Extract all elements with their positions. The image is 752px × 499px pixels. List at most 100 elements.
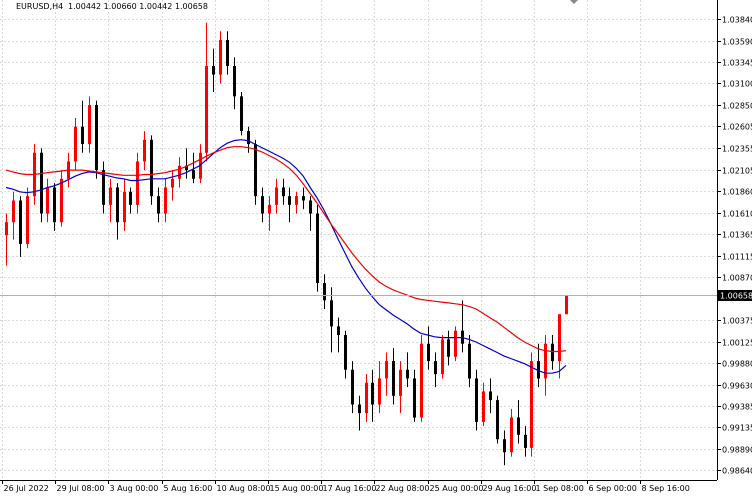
candle-body xyxy=(150,139,153,197)
candle-body xyxy=(565,295,568,315)
x-tick-label: 6 Sep 00:00 xyxy=(589,484,637,493)
candle-body xyxy=(247,131,250,145)
chart-canvas[interactable]: 1.03840 1.03590 1.03345 1.03100 1.02850 1.026… xyxy=(0,0,752,495)
candle-body xyxy=(19,200,22,244)
candle-body xyxy=(323,282,326,301)
svg-text:1.00658: 1.00658 xyxy=(720,292,752,301)
candle-body xyxy=(441,339,444,375)
candle-body xyxy=(123,191,126,223)
candle-body xyxy=(88,105,91,145)
x-tick-label: 26 Jul 2022 xyxy=(4,484,49,493)
candle-body xyxy=(157,196,160,214)
x-tick-label: 17 Aug 16:00 xyxy=(323,484,377,493)
candle-body xyxy=(129,191,132,205)
x-tick-label: 15 Aug 00:00 xyxy=(270,484,324,493)
candle-body xyxy=(288,196,291,205)
candle-body xyxy=(12,200,15,223)
y-tick-label: 1.01610 xyxy=(722,210,752,219)
symbol-label: EURUSD,H4 xyxy=(16,2,63,11)
candle-body xyxy=(275,187,278,205)
candle-body xyxy=(233,65,236,97)
candle-body xyxy=(434,361,437,375)
candle-body xyxy=(295,196,298,205)
y-tick-label: 1.01365 xyxy=(722,231,752,240)
candle-body xyxy=(551,343,554,362)
candle-body xyxy=(26,196,29,244)
candle-body xyxy=(365,382,368,414)
candle-body xyxy=(40,152,43,214)
candle-body xyxy=(482,391,485,422)
y-tick-label: 0.98640 xyxy=(722,467,752,476)
candle-body xyxy=(454,330,457,357)
candle-body xyxy=(171,178,174,188)
candle-body xyxy=(192,170,195,179)
y-tick-label: 0.99630 xyxy=(722,382,752,391)
candle-body xyxy=(116,187,119,223)
x-tick-label: 8 Sep 16:00 xyxy=(642,484,690,493)
candle-body xyxy=(254,144,257,197)
candle-body xyxy=(337,326,340,336)
y-tick-label: 1.00870 xyxy=(722,274,752,283)
candle-body xyxy=(81,126,84,145)
x-tick-label: 10 Aug 08:00 xyxy=(217,484,271,493)
candle-body xyxy=(517,417,520,435)
candle-body xyxy=(5,222,8,236)
x-tick-label: 29 Aug 16:00 xyxy=(483,484,537,493)
x-tick-label: 22 Aug 08:00 xyxy=(376,484,430,493)
chart-background xyxy=(0,0,752,495)
x-tick-label: 29 Jul 08:00 xyxy=(57,484,105,493)
candle-body xyxy=(378,378,381,405)
y-tick-label: 1.00125 xyxy=(722,339,752,348)
candle-body xyxy=(46,187,49,214)
candle-body xyxy=(399,369,402,396)
candle-body xyxy=(558,314,561,362)
candle-body xyxy=(510,417,513,453)
y-tick-label: 1.03840 xyxy=(722,16,752,25)
candle-body xyxy=(358,404,361,414)
candle-body xyxy=(371,382,374,405)
y-tick-label: 0.99385 xyxy=(722,403,752,412)
x-tick-label: 5 Aug 16:00 xyxy=(164,484,213,493)
candle-body xyxy=(240,96,243,132)
candle-body xyxy=(205,65,208,153)
y-tick-label: 1.01860 xyxy=(722,188,752,197)
y-tick-label: 1.02355 xyxy=(722,145,752,154)
candle-body xyxy=(282,187,285,197)
candle-body xyxy=(261,196,264,214)
candle-body xyxy=(475,378,478,422)
y-tick-label: 1.00375 xyxy=(722,317,752,326)
candle-body xyxy=(178,165,181,179)
price-tag: 1.00658 xyxy=(718,290,752,301)
candle-body xyxy=(136,161,139,205)
y-tick-label: 1.02850 xyxy=(722,102,752,111)
candle-body xyxy=(302,196,305,201)
y-tick-label: 1.03345 xyxy=(722,59,752,68)
candle-body xyxy=(530,361,533,448)
candle-body xyxy=(351,369,354,405)
y-tick-label: 1.03590 xyxy=(722,38,752,47)
candle-body xyxy=(385,361,388,379)
candle-body xyxy=(496,400,499,440)
candle-body xyxy=(489,391,492,401)
candle-body xyxy=(53,187,56,223)
x-tick-label: 25 Aug 00:00 xyxy=(430,484,484,493)
candle-body xyxy=(503,439,506,453)
x-tick-label: 3 Aug 00:00 xyxy=(110,484,159,493)
candle-body xyxy=(406,369,409,379)
y-tick-label: 0.98890 xyxy=(722,446,752,455)
candle-body xyxy=(60,178,63,223)
price-chart[interactable]: 1.03840 1.03590 1.03345 1.03100 1.02850 1.026… xyxy=(0,0,752,495)
candle-body xyxy=(392,361,395,396)
y-tick-label: 0.99135 xyxy=(722,424,752,433)
candle-body xyxy=(268,204,271,214)
candle-body xyxy=(109,187,112,205)
candle-body xyxy=(468,343,471,379)
y-tick-label: 1.03100 xyxy=(722,80,752,89)
candle-body xyxy=(309,200,312,214)
candle-body xyxy=(524,434,527,448)
x-tick-label: 1 Sep 08:00 xyxy=(536,484,584,493)
candle-body xyxy=(164,187,167,214)
candle-body xyxy=(74,126,77,162)
y-tick-label: 1.02605 xyxy=(722,123,752,132)
candle-body xyxy=(413,378,416,418)
